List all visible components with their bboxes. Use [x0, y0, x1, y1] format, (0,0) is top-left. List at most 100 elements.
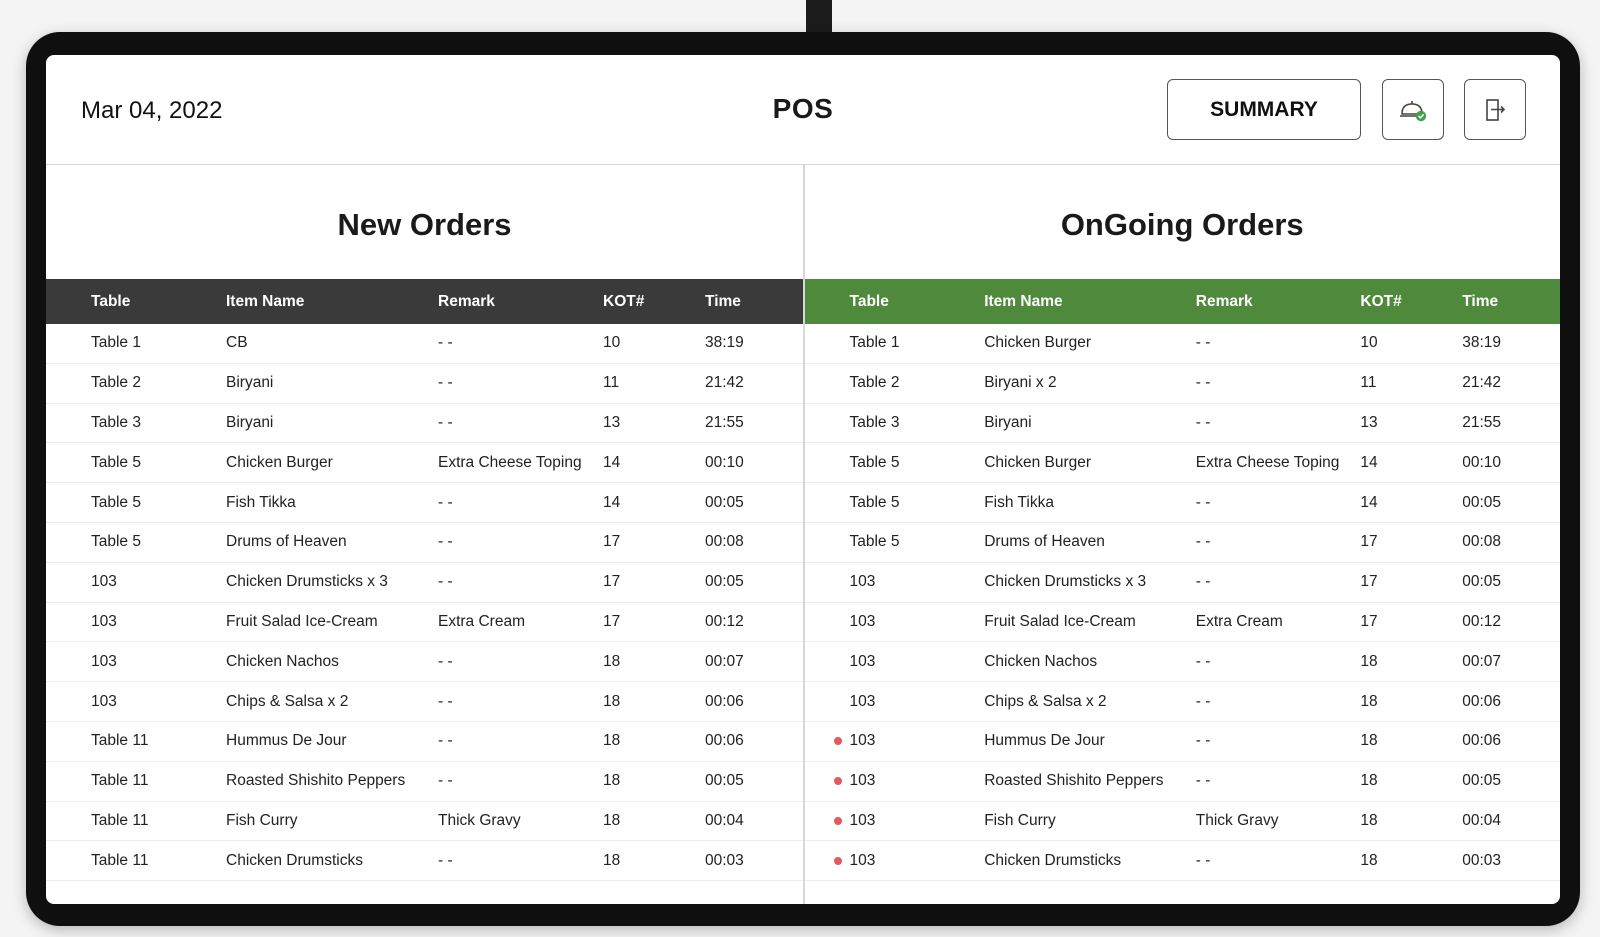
- cell-table-text: Table 3: [91, 413, 141, 431]
- table-row[interactable]: 103 Chicken Drumsticks - - 18 00:03: [804, 841, 1560, 882]
- cell-kot-text: 18: [1360, 772, 1378, 790]
- cell-remark: - -: [438, 732, 603, 750]
- cell-remark-text: - -: [438, 851, 453, 869]
- table-row[interactable]: Table 1 CB - - 10 38:19: [46, 324, 803, 364]
- table-row[interactable]: 103 Chicken Drumsticks x 3 - - 17 00:05: [804, 563, 1560, 603]
- cell-kot-text: 10: [1360, 334, 1378, 352]
- summary-button[interactable]: SUMMARY: [1167, 79, 1361, 140]
- table-row[interactable]: Table 11 Fish Curry Thick Gravy 18 00:04: [46, 802, 803, 842]
- table-row[interactable]: 103 Chips & Salsa x 2 - - 18 00:06: [46, 682, 803, 722]
- cell-time-text: 21:55: [705, 413, 744, 431]
- table-row[interactable]: Table 5 Chicken Burger Extra Cheese Toping…: [804, 443, 1560, 484]
- cell-kot-text: 17: [1360, 573, 1378, 591]
- cell-kot-text: 18: [603, 732, 621, 750]
- table-row[interactable]: Table 5 Drums of Heaven - - 17 00:08: [804, 523, 1560, 563]
- table-row[interactable]: 103 Fish Curry Thick Gravy 18 00:04: [804, 802, 1560, 842]
- cell-remark-text: Thick Gravy: [438, 811, 521, 829]
- cell-kot: 18: [1360, 693, 1462, 711]
- cell-table-text: 103: [849, 692, 876, 710]
- cell-remark: - -: [1196, 852, 1361, 870]
- cell-time: 21:42: [705, 374, 803, 392]
- table-row[interactable]: Table 3 Biryani - - 13 21:55: [46, 404, 803, 444]
- table-row[interactable]: Table 5 Chicken Burger Extra Cheese Toping…: [46, 443, 803, 484]
- table-row[interactable]: Table 5 Fish Tikka - - 14 00:05: [46, 483, 803, 523]
- table-row[interactable]: Table 11 Roasted Shishito Peppers - - 18 00:…: [46, 762, 803, 802]
- cell-remark-text: - -: [1195, 692, 1211, 710]
- cell-remark-text: - -: [438, 692, 453, 710]
- cell-kot-text: 17: [1360, 612, 1378, 630]
- cell-item-name: Drums of Heaven: [984, 533, 1196, 551]
- cell-table: 103: [805, 732, 985, 750]
- cell-time-text: 00:04: [1462, 811, 1501, 829]
- table-row[interactable]: 103 Fruit Salad Ice-Cream Extra Cream 17 00:…: [46, 603, 803, 643]
- table-row[interactable]: Table 3 Biryani - - 13 21:55: [804, 404, 1560, 444]
- table-row[interactable]: 103 Chicken Nachos - - 18 00:07: [804, 642, 1560, 683]
- cell-item-name: Drums of Heaven: [226, 533, 438, 551]
- cell-time-text: 00:07: [705, 652, 744, 670]
- exit-door-icon: [1486, 98, 1506, 121]
- table-row[interactable]: 103 Chicken Drumsticks x 3 - - 17 00:05: [46, 563, 803, 603]
- cell-time-text: 00:06: [705, 692, 744, 710]
- cell-kot: 18: [603, 812, 705, 830]
- table-row[interactable]: Table 2 Biryani - - 11 21:42: [46, 364, 803, 404]
- cell-table: Table 5: [46, 454, 226, 472]
- food-cloche-check-icon: [1400, 100, 1427, 121]
- cell-kot: 17: [1360, 573, 1462, 591]
- table-row[interactable]: Table 1 Chicken Burger - - 10 38:19: [804, 324, 1560, 364]
- new-orders-title: New Orders: [337, 207, 512, 242]
- table-row[interactable]: Table 11 Hummus De Jour - - 18 00:06: [46, 722, 803, 762]
- cell-kot: 11: [1360, 374, 1462, 392]
- cell-item-name-text: Chicken Drumsticks: [226, 851, 363, 869]
- cell-remark-text: - -: [1195, 851, 1211, 869]
- cell-table-text: 103: [91, 573, 117, 591]
- cell-item-name-text: Hummus De Jour: [984, 732, 1105, 750]
- cell-kot: 14: [1360, 494, 1462, 512]
- cell-kot-text: 18: [603, 772, 621, 790]
- cell-kot: 18: [603, 653, 705, 671]
- table-row[interactable]: Table 5 Fish Tikka - - 14 00:05: [804, 483, 1560, 523]
- cell-item-name: Chicken Drumsticks x 3: [226, 573, 438, 591]
- cell-remark-text: Extra Cream: [438, 612, 525, 630]
- table-row[interactable]: 103 Roasted Shishito Peppers - - 18 00:05: [804, 762, 1560, 802]
- exit-button[interactable]: [1464, 79, 1526, 140]
- cell-time: 00:07: [705, 653, 803, 671]
- table-row[interactable]: Table 5 Drums of Heaven - - 17 00:08: [46, 523, 803, 563]
- cell-kot-text: 18: [603, 652, 621, 670]
- cell-kot-text: 18: [603, 811, 621, 829]
- cell-kot-text: 17: [603, 533, 621, 551]
- table-row[interactable]: Table 11 Chicken Drumsticks - - 18 00:03: [46, 841, 803, 882]
- cell-remark: - -: [438, 533, 603, 551]
- cell-item-name: Biryani: [226, 374, 438, 392]
- cell-item-name: Chicken Burger: [226, 454, 438, 472]
- cell-table-text: Table 1: [91, 334, 141, 352]
- table-row[interactable]: Table 2 Biryani x 2 - - 11 21:42: [804, 364, 1560, 404]
- cell-time-text: 00:06: [705, 732, 744, 750]
- cell-item-name-text: Chicken Burger: [984, 334, 1092, 352]
- cell-remark: - -: [438, 693, 603, 711]
- cell-kot-text: 11: [603, 374, 620, 392]
- cell-remark-text: - -: [438, 374, 453, 392]
- cell-table: Table 1: [46, 334, 226, 352]
- cell-item-name-text: Fish Tikka: [226, 493, 296, 511]
- cell-remark: - -: [1196, 573, 1361, 591]
- cell-item-name-text: Biryani: [226, 374, 274, 392]
- cell-table-text: 103: [91, 692, 117, 710]
- table-row[interactable]: 103 Fruit Salad Ice-Cream Extra Cream 17 00:…: [804, 603, 1560, 643]
- served-orders-button[interactable]: [1382, 79, 1444, 140]
- cell-table: Table 5: [805, 454, 985, 472]
- cell-table: 103: [46, 653, 226, 671]
- cell-time-text: 00:10: [1462, 453, 1501, 471]
- cell-kot-text: 18: [1360, 692, 1378, 710]
- table-row[interactable]: 103 Hummus De Jour - - 18 00:06: [804, 722, 1560, 762]
- table-row[interactable]: 103 Chicken Nachos - - 18 00:07: [46, 642, 803, 683]
- cell-item-name: Fish Curry: [226, 812, 438, 830]
- cell-table: Table 3: [805, 414, 985, 432]
- cell-time-text: 38:19: [1462, 334, 1501, 352]
- cell-table: Table 2: [46, 374, 226, 392]
- cell-time: 00:08: [705, 533, 803, 551]
- cell-item-name: Chicken Drumsticks: [226, 852, 438, 870]
- cell-remark-text: - -: [438, 493, 453, 511]
- table-row[interactable]: 103 Chips & Salsa x 2 - - 18 00:06: [804, 682, 1560, 722]
- cell-time-text: 00:05: [1462, 772, 1501, 790]
- cell-item-name-text: Fish Tikka: [984, 493, 1054, 511]
